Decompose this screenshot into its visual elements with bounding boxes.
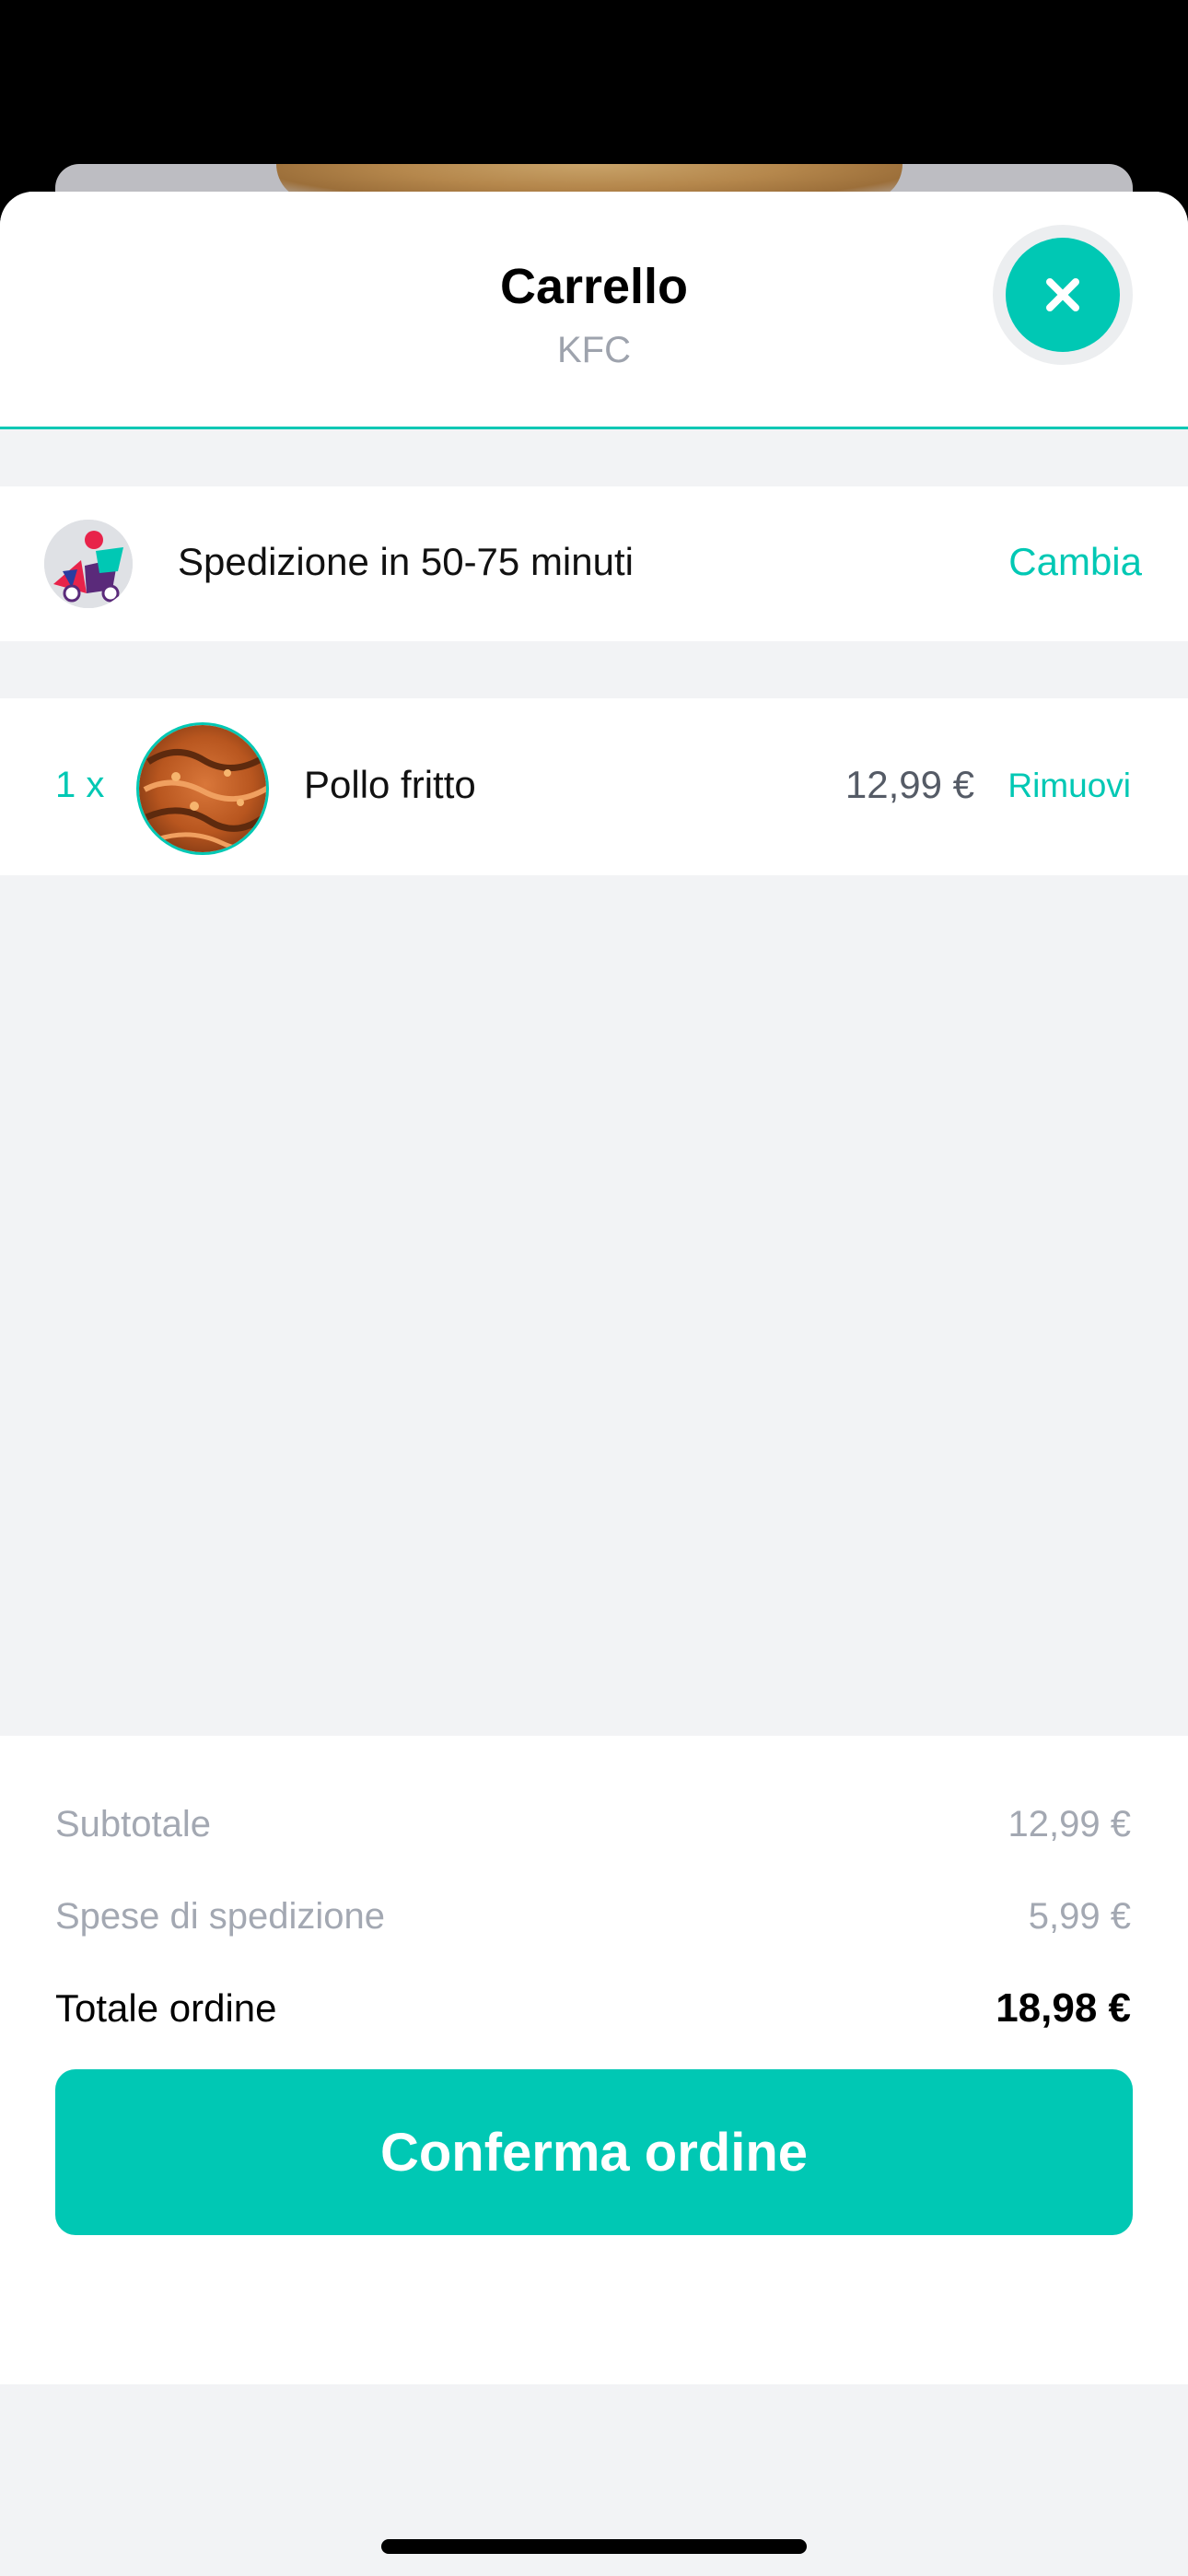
confirm-order-button[interactable]: Conferma ordine	[55, 2069, 1133, 2235]
close-button[interactable]	[993, 225, 1133, 365]
delivery-time-row: Spedizione in 50-75 minuti Cambia	[0, 486, 1188, 641]
cart-header: Carrello KFC	[0, 192, 1188, 429]
order-summary: Subtotale 12,99 € Spese di spedizione 5,…	[0, 1736, 1188, 2384]
shipping-row: Spese di spedizione 5,99 €	[55, 1889, 1131, 1944]
cart-item: 1 x Pollo fritto 12,99 € Rimuovi	[0, 698, 1188, 875]
total-value: 18,98 €	[996, 1985, 1131, 2031]
item-price: 12,99 €	[844, 763, 974, 806]
home-indicator[interactable]	[381, 2539, 807, 2554]
total-row: Totale ordine 18,98 €	[55, 1981, 1131, 2036]
item-name: Pollo fritto	[304, 763, 476, 806]
item-image	[136, 722, 269, 855]
subtotal-row: Subtotale 12,99 €	[55, 1797, 1131, 1852]
remove-item-link[interactable]: Rimuovi	[1007, 767, 1131, 805]
item-quantity[interactable]: 1 x	[55, 765, 104, 806]
close-button-circle[interactable]	[1006, 238, 1120, 352]
subtotal-value: 12,99 €	[1007, 1803, 1131, 1844]
subtotal-label: Subtotale	[55, 1803, 212, 1844]
change-delivery-link[interactable]: Cambia	[1008, 540, 1142, 584]
close-icon	[1046, 278, 1079, 311]
delivery-time-text: Spedizione in 50-75 minuti	[178, 540, 634, 583]
total-label: Totale ordine	[55, 1986, 277, 2030]
screen: Carrello KFC Spedizione in 50-75 minuti …	[0, 0, 1188, 2576]
shipping-label: Spese di spedizione	[55, 1895, 386, 1937]
shipping-value: 5,99 €	[1028, 1895, 1131, 1937]
delivery-rider-icon	[44, 520, 133, 608]
